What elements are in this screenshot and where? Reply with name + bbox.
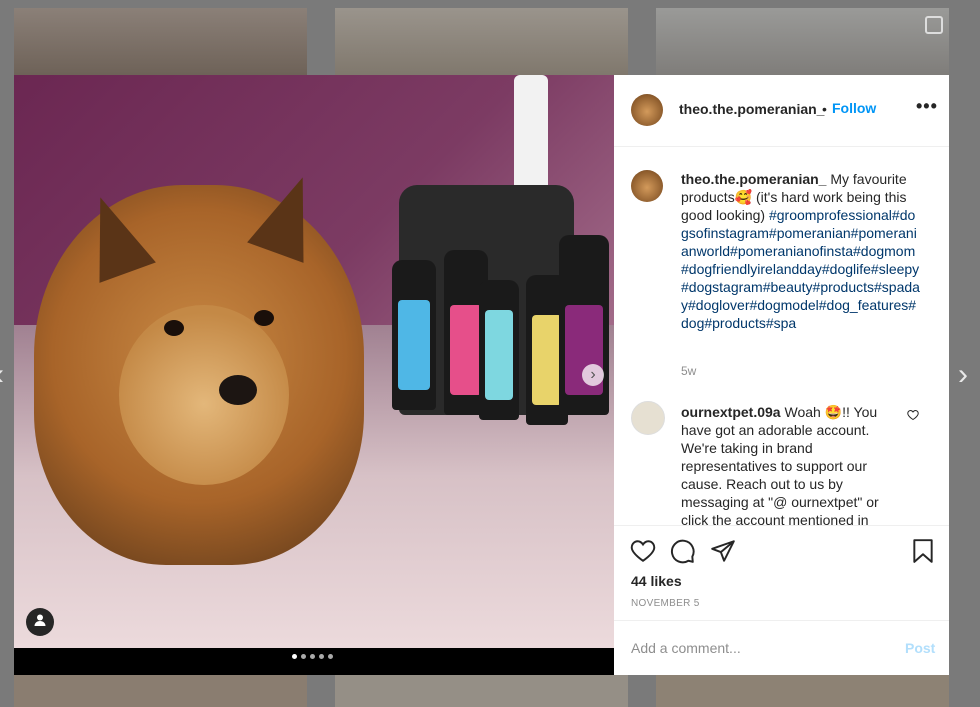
previous-post-icon[interactable]: ‹ xyxy=(0,360,4,390)
next-post-icon[interactable]: › xyxy=(958,360,968,390)
tag-user-icon[interactable] xyxy=(26,608,54,636)
grid-thumbnail[interactable] xyxy=(335,675,628,707)
more-options-icon[interactable]: ••• xyxy=(916,96,938,117)
carousel-dots xyxy=(292,654,333,659)
comment-item: ournextpet.09a Woah 🤩!! You have got an … xyxy=(681,403,886,525)
caption-username[interactable]: theo.the.pomeranian_ xyxy=(681,171,826,187)
likes-count[interactable]: 44 likes xyxy=(631,573,682,589)
comment-input[interactable] xyxy=(631,640,871,656)
grid-thumbnail[interactable] xyxy=(656,675,949,707)
comment-username[interactable]: ournextpet.09a xyxy=(681,404,781,420)
carousel-dot xyxy=(310,654,315,659)
post-header: theo.the.pomeranian_ • Follow ••• xyxy=(614,75,949,147)
caption-hashtags[interactable]: #groomprofessional#dogsofinstagram#pomer… xyxy=(681,207,920,331)
grid-thumbnail[interactable] xyxy=(14,8,307,75)
carousel-dot xyxy=(301,654,306,659)
comments-list[interactable]: theo.the.pomeranian_ My favourite produc… xyxy=(614,147,949,525)
avatar[interactable] xyxy=(631,170,663,202)
comment-icon[interactable] xyxy=(670,538,696,564)
heart-icon[interactable] xyxy=(630,538,656,564)
action-bar: 44 likes NOVEMBER 5 xyxy=(614,525,949,621)
post-caption: theo.the.pomeranian_ My favourite produc… xyxy=(681,170,921,332)
post-media: › xyxy=(14,75,614,675)
avatar[interactable] xyxy=(631,401,665,435)
add-comment-section: Post xyxy=(614,620,949,676)
post-photo xyxy=(14,75,614,648)
carousel-dot xyxy=(328,654,333,659)
post-date[interactable]: NOVEMBER 5 xyxy=(631,598,700,609)
carousel-dot xyxy=(319,654,324,659)
post-modal: › theo.the.pomeranian_ • Follow ••• theo… xyxy=(14,75,949,675)
carousel-indicator-icon xyxy=(925,16,943,34)
grid-thumbnail[interactable] xyxy=(335,8,628,75)
follow-button[interactable]: Follow xyxy=(832,100,876,116)
carousel-dot xyxy=(292,654,297,659)
share-icon[interactable] xyxy=(710,538,736,564)
avatar[interactable] xyxy=(631,94,663,126)
post-side-panel: theo.the.pomeranian_ • Follow ••• theo.t… xyxy=(614,75,949,675)
comment-like-icon[interactable] xyxy=(907,409,919,424)
post-comment-button[interactable]: Post xyxy=(905,640,935,656)
carousel-next-icon[interactable]: › xyxy=(582,364,604,386)
author-username[interactable]: theo.the.pomeranian_ xyxy=(679,101,824,117)
comment-text: Woah 🤩!! You have got an adorable accoun… xyxy=(681,404,879,525)
grid-thumbnail[interactable] xyxy=(14,675,307,707)
bookmark-icon[interactable] xyxy=(910,538,936,564)
caption-timestamp[interactable]: 5w xyxy=(681,364,696,378)
grid-thumbnail[interactable] xyxy=(656,8,949,75)
separator-dot: • xyxy=(822,101,827,117)
